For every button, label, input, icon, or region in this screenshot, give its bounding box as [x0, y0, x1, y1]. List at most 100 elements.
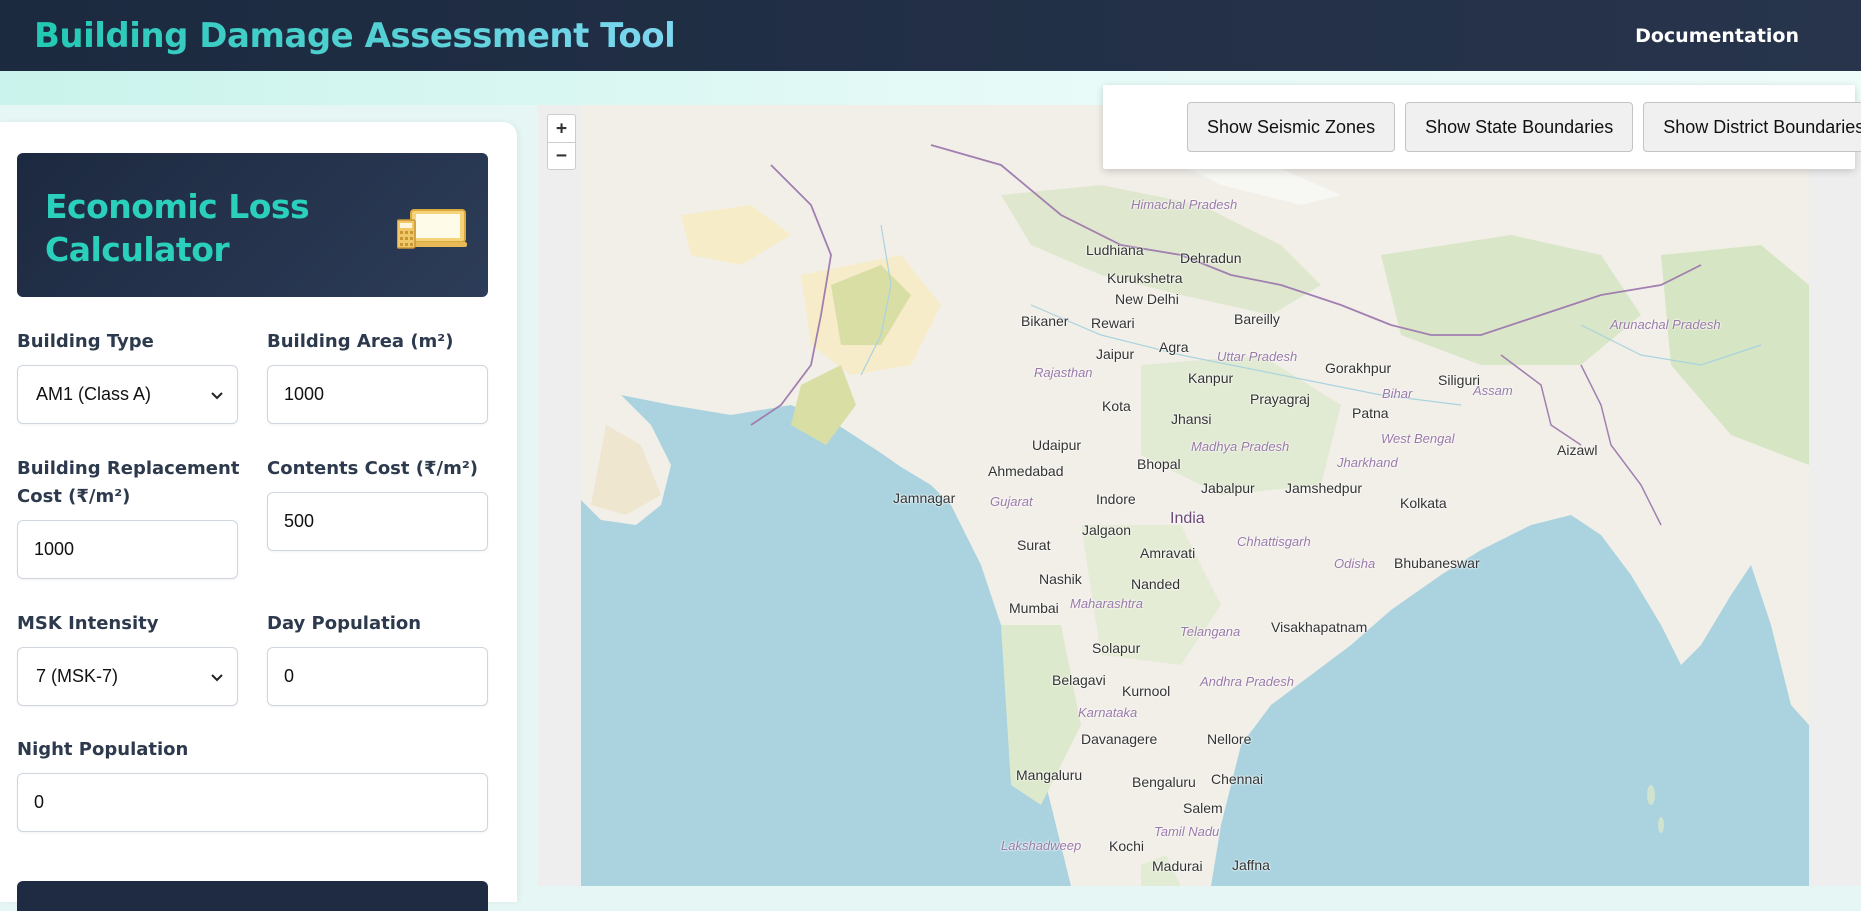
calculator-title: Economic Loss Calculator — [45, 187, 310, 269]
map-label-jharkhand: Jharkhand — [1337, 455, 1398, 470]
map-label-kolkata: Kolkata — [1400, 495, 1447, 511]
map-label-jamnagar: Jamnagar — [893, 490, 956, 506]
map-label-dehradun: Dehradun — [1180, 250, 1242, 266]
map-label-telangana: Telangana — [1180, 624, 1241, 639]
map-label-chennai: Chennai — [1211, 771, 1264, 787]
map-label-madurai: Madurai — [1152, 858, 1203, 874]
map-label-visakhapatnam: Visakhapatnam — [1271, 619, 1368, 635]
map-label-bengaluru: Bengaluru — [1132, 774, 1196, 790]
map-label-nashik: Nashik — [1039, 571, 1082, 587]
map-label-india: India — [1170, 510, 1205, 527]
map-label-uttar-pradesh: Uttar Pradesh — [1217, 349, 1298, 364]
map-label-jaipur: Jaipur — [1096, 346, 1135, 362]
building-area-input[interactable]: 1000 — [267, 365, 488, 424]
map-label-rewari: Rewari — [1091, 315, 1135, 331]
map-label-assam: Assam — [1473, 383, 1513, 398]
zoom-out-button[interactable]: − — [548, 141, 575, 170]
contents-cost-input[interactable]: 500 — [267, 492, 488, 551]
replacement-cost-value: 1000 — [34, 539, 75, 559]
map-label-rajasthan: Rajasthan — [1034, 365, 1093, 380]
map-label-davanagere: Davanagere — [1081, 731, 1158, 747]
map-label-jaffna: Jaffna — [1232, 857, 1270, 873]
show-seismic-zones-button[interactable]: Show Seismic Zones — [1187, 102, 1396, 152]
map-zoom-control: + − — [547, 114, 576, 170]
map-label-andhra-pradesh: Andhra Pradesh — [1200, 674, 1294, 689]
day-population-value: 0 — [284, 666, 295, 686]
building-type-select[interactable]: AM1 (Class A) — [17, 365, 238, 424]
map-label-mumbai: Mumbai — [1009, 600, 1059, 616]
map-label-bhopal: Bhopal — [1137, 456, 1181, 472]
calculator-sidebar: Economic Loss Calculator Building Type A… — [0, 122, 517, 911]
day-population-input[interactable]: 0 — [267, 647, 488, 706]
map-label-kurnool: Kurnool — [1122, 683, 1171, 699]
night-population-input[interactable]: 0 — [17, 773, 488, 832]
map-label-bihar: Bihar — [1382, 386, 1413, 401]
top-navbar: Building Damage Assessment Tool Document… — [0, 0, 1861, 71]
map-label-indore: Indore — [1096, 491, 1136, 507]
map-label-nanded: Nanded — [1131, 576, 1181, 592]
map-label-kanpur: Kanpur — [1188, 370, 1234, 386]
msk-intensity-select[interactable]: 7 (MSK-7) — [17, 647, 238, 706]
map-label-tamil-nadu: Tamil Nadu — [1154, 824, 1220, 839]
day-population-label: Day Population — [267, 613, 422, 634]
replacement-cost-label: Building Replacement Cost (₹/m²) — [17, 458, 240, 507]
map-label-ludhiana: Ludhiana — [1086, 242, 1144, 258]
map-label-agra: Agra — [1159, 339, 1189, 355]
map-label-kochi: Kochi — [1109, 838, 1145, 854]
contents-cost-value: 500 — [284, 511, 315, 531]
show-state-boundaries-button[interactable]: Show State Boundaries — [1405, 102, 1634, 152]
msk-intensity-label: MSK Intensity — [17, 613, 159, 634]
map-label-aizawl: Aizawl — [1557, 442, 1598, 458]
laptop-calculator-icon — [396, 208, 467, 254]
map-label-bareilly: Bareilly — [1234, 311, 1280, 327]
app-title: Building Damage Assessment Tool — [34, 15, 676, 56]
map-label-karnataka: Karnataka — [1078, 705, 1138, 720]
replacement-cost-input[interactable]: 1000 — [17, 520, 238, 579]
map-label-new-delhi: New Delhi — [1115, 291, 1179, 307]
msk-intensity-value: 7 (MSK-7) — [36, 666, 119, 686]
building-area-label: Building Area (m²) — [267, 331, 454, 352]
map-label-gorakhpur: Gorakhpur — [1325, 360, 1392, 376]
map-label-jabalpur: Jabalpur — [1201, 480, 1255, 496]
map-label-himachal-pradesh: Himachal Pradesh — [1131, 197, 1238, 212]
map-label-gujarat: Gujarat — [990, 494, 1033, 509]
map-label-nellore: Nellore — [1207, 731, 1252, 747]
map-label-surat: Surat — [1017, 537, 1051, 553]
map-label-jalgaon: Jalgaon — [1082, 522, 1132, 538]
night-population-label: Night Population — [17, 739, 189, 760]
map-label-kurukshetra: Kurukshetra — [1107, 270, 1183, 286]
zoom-in-button[interactable]: + — [548, 115, 575, 142]
calculator-header-card: Economic Loss Calculator — [17, 153, 488, 297]
map-label-belagavi: Belagavi — [1052, 672, 1106, 688]
map-label-mangaluru: Mangaluru — [1016, 767, 1083, 783]
map-label-kota: Kota — [1102, 398, 1131, 414]
map-label-odisha: Odisha — [1334, 556, 1376, 571]
documentation-link[interactable]: Documentation — [1635, 25, 1799, 47]
map-label-solapur: Solapur — [1092, 640, 1141, 656]
map-label-amravati: Amravati — [1140, 545, 1196, 561]
map-label-prayagraj: Prayagraj — [1250, 391, 1310, 407]
map-label-madhya-pradesh: Madhya Pradesh — [1191, 439, 1290, 454]
map-label-bhubaneswar: Bhubaneswar — [1394, 555, 1480, 571]
map-label-lakshadweep: Lakshadweep — [1001, 838, 1082, 853]
map-label-salem: Salem — [1183, 800, 1223, 816]
building-area-value: 1000 — [284, 384, 325, 404]
map-tiles[interactable] — [581, 105, 1809, 886]
map-label-bikaner: Bikaner — [1021, 313, 1069, 329]
chevron-down-icon — [211, 387, 223, 403]
map-label-jhansi: Jhansi — [1171, 411, 1212, 427]
map-label-ahmedabad: Ahmedabad — [988, 463, 1064, 479]
map-label-maharashtra: Maharashtra — [1070, 596, 1143, 611]
night-population-value: 0 — [34, 792, 45, 812]
building-type-label: Building Type — [17, 331, 154, 352]
chevron-down-icon — [211, 669, 223, 685]
map-label-chhattisgarh: Chhattisgarh — [1237, 534, 1311, 549]
map-label-west-bengal: West Bengal — [1381, 431, 1455, 446]
map-label-arunachal-pradesh: Arunachal Pradesh — [1610, 317, 1721, 332]
overlay-toggle-panel: Show Seismic Zones Show State Boundaries… — [1103, 85, 1861, 169]
map-label-patna: Patna — [1352, 405, 1389, 421]
show-district-boundaries-button[interactable]: Show District Boundaries — [1643, 102, 1861, 152]
map-label-udaipur: Udaipur — [1032, 437, 1082, 453]
contents-cost-label: Contents Cost (₹/m²) — [267, 458, 478, 479]
building-type-value: AM1 (Class A) — [36, 384, 152, 404]
